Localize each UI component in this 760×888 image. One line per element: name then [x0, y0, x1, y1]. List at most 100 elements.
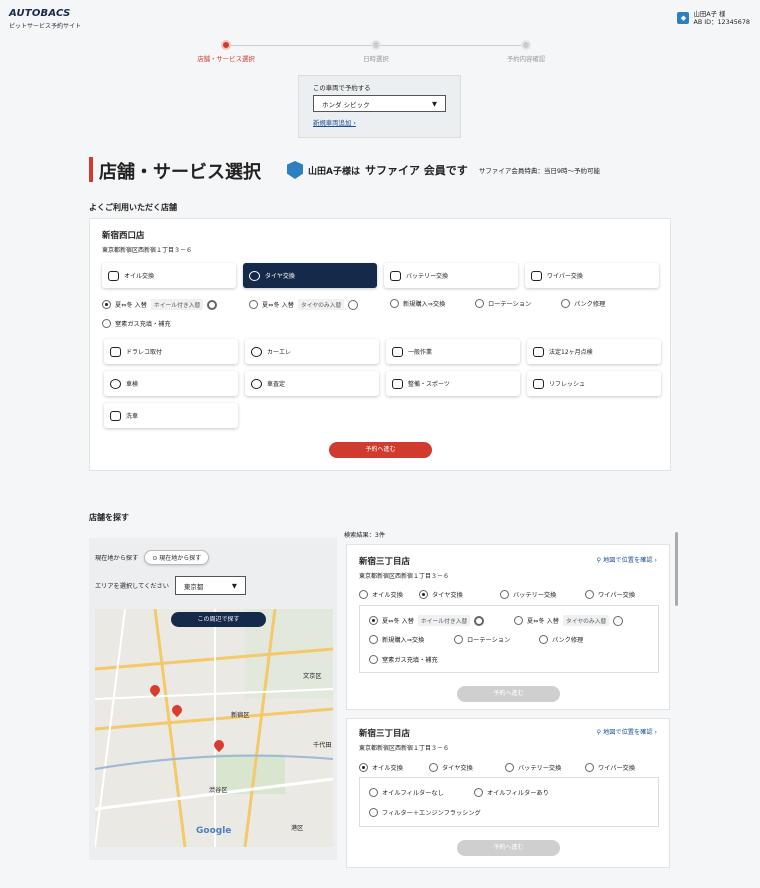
service-refresh-button[interactable]: リフレッシュ — [527, 371, 661, 396]
service-radio-oil[interactable]: オイル交換 — [359, 590, 403, 599]
step-dot — [221, 40, 231, 50]
add-vehicle-link[interactable]: 新規車両追加 › — [313, 118, 446, 127]
oil-icon — [108, 270, 119, 281]
option-with-filter[interactable]: オイルフィルターあり — [474, 788, 549, 797]
service-radio-wiper[interactable]: ワイパー交換 — [585, 590, 635, 599]
service-radio-tire[interactable]: タイヤ交換 — [429, 763, 473, 772]
option-new-purchase[interactable]: 新規購入⇒交換 — [369, 635, 424, 644]
service-sports-button[interactable]: 整備・スポーツ — [386, 371, 520, 396]
option-no-filter[interactable]: オイルフィルターなし — [369, 788, 444, 797]
area-select[interactable]: 東京都 ▼ — [174, 576, 246, 595]
service-radio-oil[interactable]: オイル交換 — [359, 763, 403, 772]
tire-option-puncture[interactable]: パンク修理 — [561, 299, 605, 308]
radio — [514, 616, 523, 625]
radio — [369, 808, 378, 817]
brand[interactable]: AUTOBACS ピットサービス予約サイト — [9, 8, 81, 30]
step-store-service: 店舗・サービス選択 — [186, 40, 266, 63]
caret-down-icon: ▼ — [231, 581, 237, 590]
tire-icon — [249, 270, 260, 281]
shop-name: 新宿三丁目店 — [359, 557, 411, 567]
service-tire-button[interactable]: タイヤ交換 — [243, 263, 377, 288]
member-rank: サファイア 会員です — [364, 164, 468, 177]
service-label: リフレッシュ — [549, 381, 586, 388]
area-row: エリアを選択してください 東京都 ▼ — [95, 576, 246, 595]
radio — [585, 590, 594, 599]
current-location-row: 現在地から探す ⊙ 現在地から探す — [95, 550, 210, 565]
service-wash-button[interactable]: 洗車 — [104, 403, 238, 428]
caret-down-icon: ▼ — [432, 99, 437, 108]
service-oil-button[interactable]: オイル交換 — [102, 263, 236, 288]
service-label: カーエレ — [267, 349, 292, 356]
member-status: 山田A子様は サファイア 会員です サファイア会員特典：当日9時〜予約可能 — [287, 161, 600, 179]
user-info[interactable]: ◆ 山田A子 様 AB ID：12345678 — [677, 10, 750, 26]
service-label: ワイパー交換 — [598, 592, 636, 599]
search-this-area-button[interactable]: この周辺で探す — [171, 612, 266, 627]
map-label-minato: 港区 — [291, 825, 304, 832]
option-nitrogen[interactable]: 窒素ガス充填・補充 — [369, 655, 438, 664]
site-subtitle: ピットサービス予約サイト — [9, 23, 82, 30]
proceed-reservation-button[interactable]: 予約へ進む — [457, 840, 560, 856]
vehicle-select[interactable]: ホンダ シビック ▼ — [313, 95, 446, 112]
vehicle-label: この車両で予約する — [313, 84, 371, 92]
service-radio-wiper[interactable]: ワイパー交換 — [585, 763, 635, 772]
service-shaken-button[interactable]: 車検 — [104, 371, 238, 396]
option-wheel-swap[interactable]: 夏⇔冬 入替 ホイール付き入替 — [369, 615, 485, 626]
service-radio-battery[interactable]: バッテリー交換 — [505, 763, 561, 772]
general-work-icon — [392, 346, 403, 357]
option-rotation[interactable]: ローテーション — [454, 635, 510, 644]
radio — [561, 299, 570, 308]
tire-option-wheel-swap[interactable]: 夏⇔冬 入替 ホイール付き入替 — [102, 299, 218, 310]
service-label: オイル交換 — [372, 592, 403, 599]
sparkle-car-icon — [533, 378, 544, 389]
result-card: 新宿三丁目店 東京都新宿区西新宿１丁目３－６ ⚲ 地図で位置を確認 › オイル交… — [346, 544, 670, 710]
result-card: 新宿三丁目店 東京都新宿区西新宿１丁目３－６ ⚲ 地図で位置を確認 › オイル交… — [346, 718, 670, 868]
radio — [454, 635, 463, 644]
service-general-button[interactable]: 一般作業 — [386, 339, 520, 364]
service-radio-battery[interactable]: バッテリー交換 — [500, 590, 556, 599]
step-datetime: 日時選択 — [336, 40, 416, 63]
option-puncture[interactable]: パンク修理 — [539, 635, 583, 644]
option-label: 夏⇔冬 入替 — [382, 618, 414, 625]
current-location-button[interactable]: ⊙ 現在地から探す — [144, 550, 210, 565]
service-dashcam-button[interactable]: ドラレコ取付 — [104, 339, 238, 364]
service-inspection-button[interactable]: 法定12ヶ月点検 — [527, 339, 661, 364]
results-scrollbar[interactable] — [675, 532, 678, 606]
service-label: 法定12ヶ月点検 — [549, 349, 593, 356]
autobacs-logo: AUTOBACS — [9, 8, 71, 19]
tire-option-rotation[interactable]: ローテーション — [475, 299, 531, 308]
battery-icon — [390, 270, 401, 281]
proceed-reservation-button[interactable]: 予約へ進む — [457, 686, 560, 702]
map-location-link[interactable]: ⚲ 地図で位置を確認 › — [597, 727, 657, 736]
radio — [249, 300, 258, 309]
service-appraisal-button[interactable]: 車査定 — [245, 371, 379, 396]
radio-selected — [369, 616, 378, 625]
option-label: ローテーション — [488, 301, 532, 308]
service-wiper-button[interactable]: ワイパー交換 — [525, 263, 659, 288]
option-label: 夏⇔冬 入替 — [527, 618, 559, 625]
option-label: パンク修理 — [552, 637, 584, 644]
option-tag: タイヤのみ入替 — [562, 615, 610, 626]
service-battery-button[interactable]: バッテリー交換 — [384, 263, 518, 288]
search-heading: 店舗を探す — [89, 513, 129, 522]
option-tire-only[interactable]: 夏⇔冬 入替 タイヤのみ入替 — [514, 615, 624, 626]
tire-option-nitrogen[interactable]: 窒素ガス充填・補充 — [102, 319, 171, 328]
user-icon: ◆ — [677, 12, 690, 24]
store-map[interactable]: 文京区 新宿区 千代田 渋谷区 港区 Google — [95, 609, 333, 847]
sapphire-badge-icon — [287, 161, 303, 179]
radio — [429, 763, 438, 772]
service-car-electronics-button[interactable]: カーエレ — [245, 339, 379, 364]
option-filter-flushing[interactable]: フィルター＋エンジンフラッシング — [369, 808, 481, 817]
service-radio-tire[interactable]: タイヤ交換 — [419, 590, 463, 599]
proceed-reservation-button[interactable]: 予約へ進む — [329, 442, 432, 458]
service-label: ワイパー交換 — [547, 273, 583, 280]
dashcam-icon — [110, 346, 121, 357]
tire-option-tire-only[interactable]: 夏⇔冬 入替 タイヤのみ入替 — [249, 299, 359, 310]
radio — [585, 763, 594, 772]
service-label: ドラレコ取付 — [126, 349, 163, 356]
area-label: エリアを選択してください — [95, 583, 169, 590]
map-location-link[interactable]: ⚲ 地図で位置を確認 › — [597, 555, 657, 564]
tire-option-new-purchase[interactable]: 新規購入⇒交換 — [390, 299, 445, 308]
favorite-shop-card: 新宿西口店 東京都新宿区西新宿１丁目３－６ オイル交換 タイヤ交換 バッテリー交… — [89, 218, 671, 471]
service-label: タイヤ交換 — [432, 592, 463, 599]
oil-options-box: オイルフィルターなし オイルフィルターあり フィルター＋エンジンフラッシング — [359, 777, 659, 827]
